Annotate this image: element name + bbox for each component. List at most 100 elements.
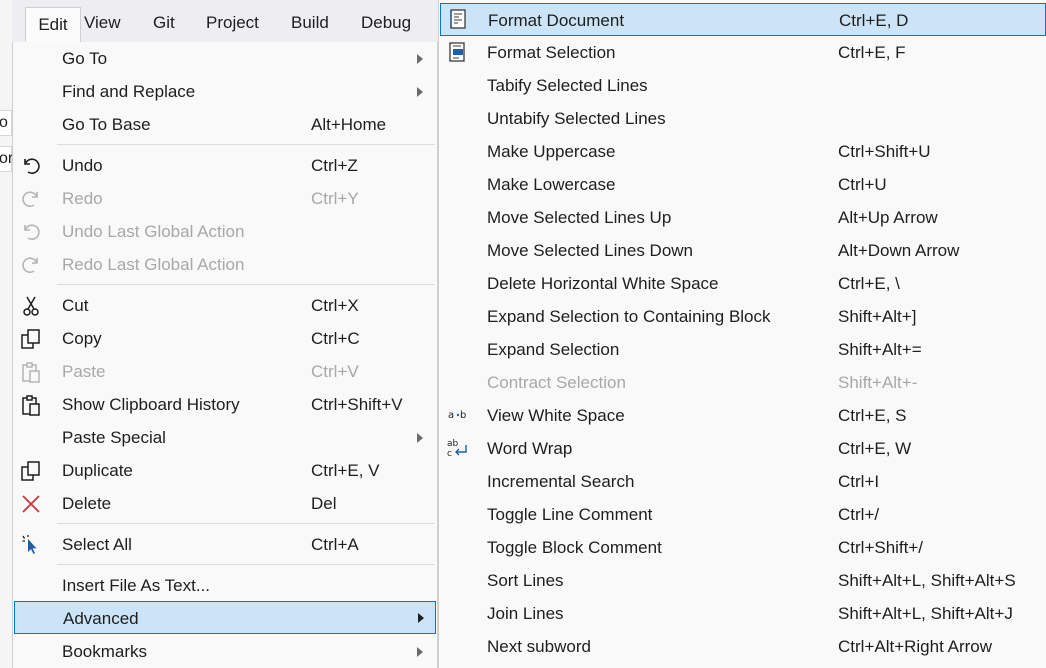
- menu-item-word-wrap[interactable]: ab c Word Wrap Ctrl+E, W: [439, 432, 1046, 465]
- undo-icon: [19, 220, 43, 244]
- menu-debug[interactable]: Debug: [361, 0, 411, 42]
- menu-item-label: Format Document: [488, 11, 625, 30]
- menu-item-go-to-base[interactable]: Go To Base Alt+Home: [13, 108, 437, 141]
- menu-item-label: Toggle Block Comment: [487, 538, 662, 557]
- menu-item-copy[interactable]: Copy Ctrl+C: [13, 322, 437, 355]
- menu-item-untabify-selected-lines[interactable]: Untabify Selected Lines: [439, 102, 1046, 135]
- duplicate-icon: [19, 459, 43, 483]
- menu-item-join-lines[interactable]: Join Lines Shift+Alt+L, Shift+Alt+J: [439, 597, 1046, 630]
- menu-item-label: View White Space: [487, 406, 625, 425]
- menu-item-label: Make Uppercase: [487, 142, 616, 161]
- menu-item-label: Show Clipboard History: [62, 395, 240, 414]
- menu-item-label: Paste: [62, 362, 106, 381]
- menu-item-make-lowercase[interactable]: Make Lowercase Ctrl+U: [439, 168, 1046, 201]
- menu-item-label: Bookmarks: [62, 642, 148, 661]
- menu-bar: Edit View Git Project Build Debug: [12, 0, 438, 43]
- editor-text-fragment: or: [0, 146, 12, 172]
- menu-item-undo[interactable]: Undo Ctrl+Z: [13, 149, 437, 182]
- menu-item-paste[interactable]: Paste Ctrl+V: [13, 355, 437, 388]
- menu-item-shortcut: Ctrl+E, V: [311, 461, 380, 480]
- menu-item-shortcut: Ctrl+Shift+U: [838, 142, 931, 161]
- menu-item-next-subword[interactable]: Next subword Ctrl+Alt+Right Arrow: [439, 630, 1046, 663]
- menu-item-contract-selection[interactable]: Contract Selection Shift+Alt+-: [439, 366, 1046, 399]
- redo-icon: [19, 253, 43, 277]
- menu-item-label: Cut: [62, 296, 89, 315]
- menu-item-paste-special[interactable]: Paste Special: [13, 421, 437, 454]
- menu-item-label: Insert File As Text...: [62, 576, 211, 595]
- menu-item-label: Contract Selection: [487, 373, 626, 392]
- menu-item-tabify-selected-lines[interactable]: Tabify Selected Lines: [439, 69, 1046, 102]
- menu-item-incremental-search[interactable]: Incremental Search Ctrl+I: [439, 465, 1046, 498]
- menu-project[interactable]: Project: [206, 0, 259, 42]
- svg-text:ab: ab: [447, 439, 459, 449]
- menu-item-shortcut: Ctrl+V: [311, 362, 359, 381]
- menu-item-format-document[interactable]: Format Document Ctrl+E, D: [440, 3, 1046, 36]
- paste-icon: [19, 360, 43, 384]
- menu-item-shortcut: Shift+Alt+]: [838, 307, 917, 326]
- menu-item-bookmarks[interactable]: Bookmarks: [13, 635, 437, 668]
- menu-item-make-uppercase[interactable]: Make Uppercase Ctrl+Shift+U: [439, 135, 1046, 168]
- menu-item-label: Find and Replace: [62, 82, 196, 101]
- menu-item-label: Format Selection: [487, 43, 616, 62]
- menu-item-toggle-line-comment[interactable]: Toggle Line Comment Ctrl+/: [439, 498, 1046, 531]
- editor-tab-fragment: o: [0, 110, 12, 136]
- menu-item-shortcut: Ctrl+C: [311, 329, 360, 348]
- menu-item-insert-file-as-text[interactable]: Insert File As Text...: [13, 569, 437, 602]
- menu-item-duplicate[interactable]: Duplicate Ctrl+E, V: [13, 454, 437, 487]
- menu-separator: [57, 564, 435, 565]
- menu-item-shortcut: Ctrl+E, S: [838, 406, 907, 425]
- menu-item-shortcut: Alt+Down Arrow: [838, 241, 960, 260]
- menu-item-toggle-block-comment[interactable]: Toggle Block Comment Ctrl+Shift+/: [439, 531, 1046, 564]
- menu-item-delete-horizontal-white-space[interactable]: Delete Horizontal White Space Ctrl+E, \: [439, 267, 1046, 300]
- view-white-space-icon: ab: [447, 404, 469, 426]
- format-document-icon: [448, 8, 470, 30]
- menu-item-expand-selection[interactable]: Expand Selection Shift+Alt+=: [439, 333, 1046, 366]
- menu-item-redo-last-global-action[interactable]: Redo Last Global Action: [13, 248, 437, 281]
- menu-item-cut[interactable]: Cut Ctrl+X: [13, 289, 437, 322]
- menu-item-go-to[interactable]: Go To: [13, 42, 437, 75]
- menu-item-view-white-space[interactable]: ab View White Space Ctrl+E, S: [439, 399, 1046, 432]
- format-selection-icon: [447, 41, 469, 63]
- menu-item-label: Go To: [62, 49, 108, 68]
- menu-item-undo-last-global-action[interactable]: Undo Last Global Action: [13, 215, 437, 248]
- menu-item-label: Word Wrap: [487, 439, 573, 458]
- menu-item-label: Toggle Line Comment: [487, 505, 653, 524]
- menu-item-shortcut: Ctrl+X: [311, 296, 359, 315]
- menu-item-shortcut: Shift+Alt+-: [838, 373, 918, 392]
- menu-item-select-all[interactable]: Select All Ctrl+A: [13, 528, 437, 561]
- submenu-arrow-icon: [417, 87, 423, 97]
- menu-edit[interactable]: Edit: [25, 7, 81, 43]
- menu-item-label: Undo: [62, 156, 103, 175]
- menu-item-move-selected-lines-up[interactable]: Move Selected Lines Up Alt+Up Arrow: [439, 201, 1046, 234]
- menu-item-label: Duplicate: [62, 461, 133, 480]
- menu-item-find-and-replace[interactable]: Find and Replace: [13, 75, 437, 108]
- menu-item-show-clipboard-history[interactable]: Show Clipboard History Ctrl+Shift+V: [13, 388, 437, 421]
- menu-item-expand-selection-to-containing-block[interactable]: Expand Selection to Containing Block Shi…: [439, 300, 1046, 333]
- menu-item-delete[interactable]: Delete Del: [13, 487, 437, 520]
- submenu-arrow-icon: [417, 647, 423, 657]
- menu-item-label: Undo Last Global Action: [62, 222, 245, 241]
- menu-item-label: Move Selected Lines Down: [487, 241, 694, 260]
- menu-item-shortcut: Ctrl+Shift+V: [311, 395, 403, 414]
- menu-git[interactable]: Git: [153, 0, 175, 42]
- menu-separator: [57, 284, 435, 285]
- select-all-icon: [19, 533, 43, 557]
- menu-item-format-selection[interactable]: Format Selection Ctrl+E, F: [439, 36, 1046, 69]
- menu-item-advanced[interactable]: Advanced: [14, 601, 436, 634]
- menu-view[interactable]: View: [84, 0, 121, 42]
- menu-separator: [57, 523, 435, 524]
- menu-item-shortcut: Ctrl+Alt+Right Arrow: [838, 637, 992, 656]
- copy-icon: [19, 327, 43, 351]
- menu-item-label: Redo Last Global Action: [62, 255, 245, 274]
- svg-text:c: c: [447, 449, 452, 459]
- menu-item-label: Paste Special: [62, 428, 166, 447]
- menu-build[interactable]: Build: [291, 0, 329, 42]
- menu-separator: [57, 144, 435, 145]
- menu-item-shortcut: Ctrl+E, F: [838, 43, 906, 62]
- menu-item-move-selected-lines-down[interactable]: Move Selected Lines Down Alt+Down Arrow: [439, 234, 1046, 267]
- menu-item-label: Copy: [62, 329, 102, 348]
- menu-item-label: Delete Horizontal White Space: [487, 274, 719, 293]
- menu-item-shortcut: Alt+Up Arrow: [838, 208, 938, 227]
- menu-item-redo[interactable]: Redo Ctrl+Y: [13, 182, 437, 215]
- menu-item-sort-lines[interactable]: Sort Lines Shift+Alt+L, Shift+Alt+S: [439, 564, 1046, 597]
